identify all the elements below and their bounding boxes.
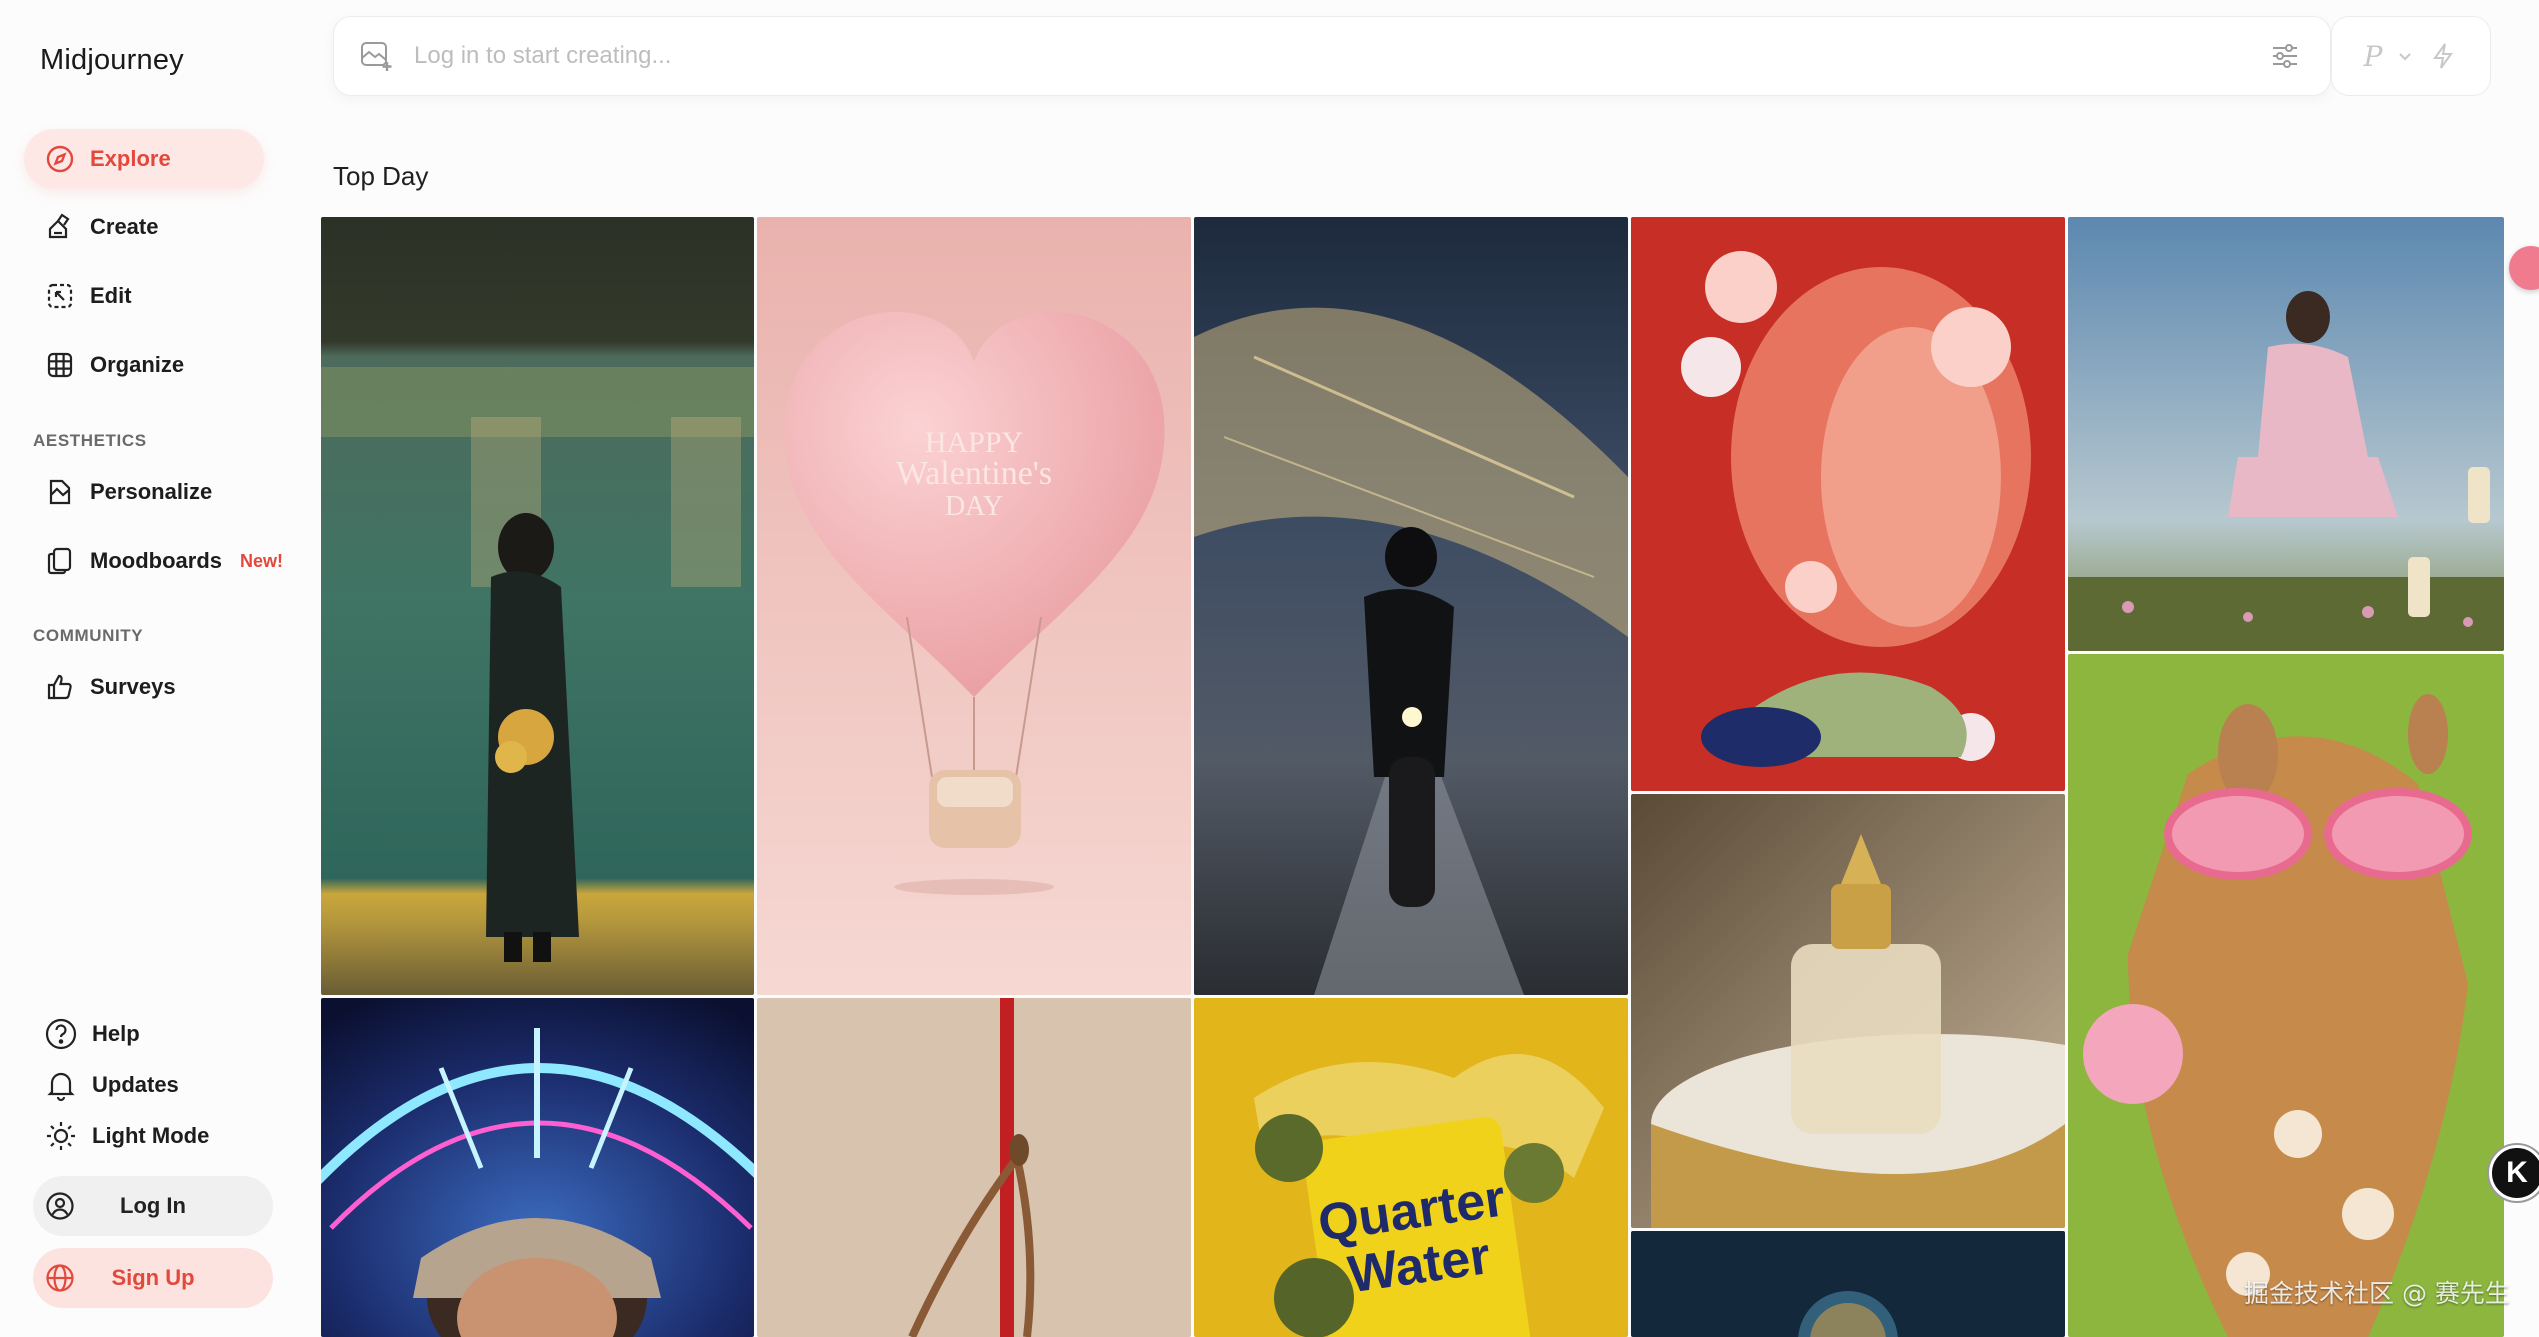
nav-personalize-label: Personalize [90,479,213,504]
edit-selection-icon [47,283,73,309]
nav-moodboards-label: Moodboards [90,548,222,573]
gallery-image-perfume-bottle[interactable] [1631,794,2065,1228]
balloon-text-line-2: Walentine's [896,455,1052,492]
nav-create[interactable]: Create [24,197,264,257]
sidebar: Midjourney Explore Create Edit Organize … [0,0,300,1337]
bell-icon [47,1072,75,1102]
nav-moodboards[interactable]: Moodboards New! [24,531,283,591]
gallery-image-glass-head[interactable] [1631,217,2065,791]
sign-up-button[interactable]: Sign Up [33,1248,273,1308]
balloon-text-line-3: DAY [945,491,1003,522]
gallery-image-levitating-man[interactable] [2068,217,2504,651]
gallery-image-neon-selfie[interactable] [321,998,754,1337]
mode-selector[interactable]: P [2331,16,2491,96]
section-label-aesthetics: AESTHETICS [33,431,147,450]
nav-organize[interactable]: Organize [24,335,264,395]
log-in-label: Log In [120,1193,186,1218]
prompt-input[interactable]: Log in to start creating... [414,42,2268,70]
compass-icon [46,145,74,173]
nav-personalize[interactable]: Personalize [24,462,264,522]
sun-icon [47,1122,75,1150]
grid-icon [47,352,73,378]
light-mode-toggle[interactable]: Light Mode [44,1119,209,1153]
nav-edit[interactable]: Edit [24,266,264,326]
add-image-icon[interactable] [358,38,394,74]
updates-link[interactable]: Updates [44,1068,179,1102]
log-in-button[interactable]: Log In [33,1176,273,1236]
thumbs-up-icon [47,674,72,700]
feed-title: Top Day [333,161,429,191]
brand-logo[interactable]: Midjourney [40,44,184,77]
gallery-image-motorcycle-night[interactable] [1194,217,1628,995]
sliders-icon[interactable] [2268,39,2302,73]
help-icon [45,1018,77,1050]
gallery-image-glass-orb[interactable] [1631,1231,2065,1337]
nav-create-label: Create [90,214,159,239]
new-badge: New! [240,550,284,571]
nav-organize-label: Organize [90,352,185,377]
mode-letter: P [2363,39,2383,73]
nav-edit-label: Edit [90,283,132,308]
floating-k-button[interactable]: K [2489,1145,2539,1201]
light-mode-label: Light Mode [92,1123,210,1148]
nav-surveys[interactable]: Surveys [24,657,264,717]
gallery-image-cherry[interactable] [757,998,1191,1337]
brush-icon [48,213,70,239]
help-link[interactable]: Help [44,1017,140,1051]
watermark: 掘金技术社区 @ 赛先生 [2244,1279,2510,1308]
nav-surveys-label: Surveys [90,674,176,699]
gallery-image-woman-subway[interactable] [321,217,754,995]
help-label: Help [92,1021,140,1046]
personalize-icon [49,479,71,505]
lightning-icon [2433,43,2454,69]
nav-explore-label: Explore [90,146,171,171]
updates-label: Updates [92,1072,179,1097]
moodboard-icon [47,547,72,575]
translate-button[interactable] [2509,246,2539,290]
user-icon [46,1192,74,1220]
gallery-image-giraffe-bubblegum[interactable] [2068,654,2504,1337]
nav-explore[interactable]: Explore [24,129,264,189]
gallery-image-quarter-water[interactable]: Quarter Water [1194,998,1628,1337]
chevron-down-icon [2399,53,2412,61]
gallery-image-heart-balloon[interactable]: HAPPY Walentine's DAY [757,217,1191,995]
globe-icon [46,1264,74,1292]
section-label-community: COMMUNITY [33,626,144,645]
prompt-bar[interactable]: Log in to start creating... [333,16,2331,96]
sign-up-label: Sign Up [111,1265,195,1290]
